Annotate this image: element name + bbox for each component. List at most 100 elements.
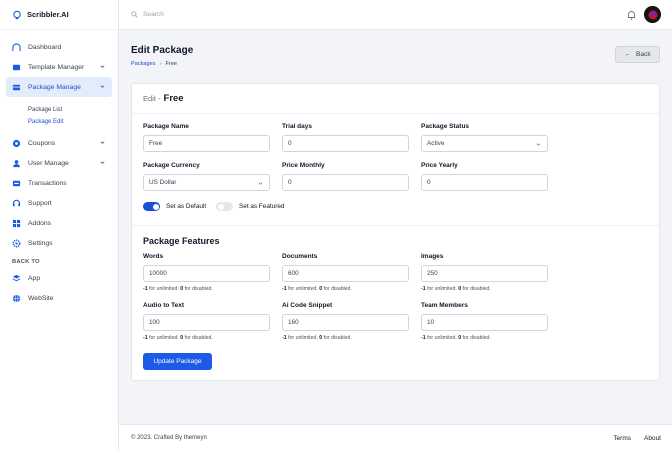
sidebar-item-settings[interactable]: Settings (6, 233, 112, 253)
user-icon (13, 159, 20, 167)
field-hint: -1 for unlimited. 0 for disabled. (282, 286, 352, 292)
audio-to-text-input[interactable]: 100 (143, 314, 270, 331)
sidebar-item-support[interactable]: Support (6, 193, 112, 213)
topbar: Search (119, 0, 672, 30)
sidebar-item-label: Support (28, 199, 52, 207)
set-featured-label: Set as Featured (239, 203, 285, 210)
brand[interactable]: Scribbler.AI (0, 0, 118, 30)
sidebar-item-label: Template Manager (28, 63, 85, 71)
images-label: Images (421, 253, 444, 260)
ai-code-snippet-field: Ai Code Snippet 160 -1 for unlimited. 0 … (282, 302, 409, 341)
breadcrumb-current: Free (165, 61, 177, 67)
back-button[interactable]: ← Back (615, 46, 660, 63)
price-yearly-field: Price Yearly 0 (421, 162, 548, 191)
price-yearly-label: Price Yearly (421, 162, 458, 169)
footer-about-link[interactable]: About (644, 435, 661, 442)
card-header: Edit - Free (132, 84, 659, 114)
package-name-input[interactable]: Free (143, 135, 270, 152)
documents-label: Documents (282, 253, 318, 260)
field-hint: -1 for unlimited. 0 for disabled. (143, 286, 213, 292)
chevron-down-icon (100, 85, 105, 88)
dashboard-icon (12, 42, 21, 51)
team-members-input[interactable]: 10 (421, 314, 548, 331)
sidebar-item-addons[interactable]: Addons (6, 213, 112, 233)
ai-code-snippet-input[interactable]: 160 (282, 314, 409, 331)
sidebar-item-label: WebSite (28, 294, 54, 302)
words-input[interactable]: 10000 (143, 265, 270, 282)
audio-to-text-label: Audio to Text (143, 302, 185, 309)
bell-icon[interactable] (627, 10, 636, 20)
brand-name: Scribbler.AI (27, 10, 69, 19)
sidebar-item-label: App (28, 274, 41, 282)
price-monthly-input[interactable]: 0 (282, 174, 409, 191)
logo-icon (13, 10, 21, 19)
chevron-down-icon (100, 65, 105, 68)
support-icon (12, 199, 21, 206)
package-status-select[interactable]: Active (421, 135, 548, 152)
sidebar-item-website[interactable]: WebSite (6, 288, 112, 308)
set-default-toggle[interactable]: Set as Default (143, 202, 206, 211)
sidebar-item-transactions[interactable]: Transactions (6, 173, 112, 193)
coupon-icon (12, 139, 21, 147)
price-monthly-field: Price Monthly 0 (282, 162, 409, 191)
sidebar-item-label: Settings (28, 239, 53, 247)
images-field: Images 250 -1 for unlimited. 0 for disab… (421, 253, 548, 292)
page-title: Edit Package (131, 45, 194, 56)
settings-icon (12, 239, 21, 247)
package-currency-field: Package Currency US Dollar (143, 162, 270, 191)
footer-terms-link[interactable]: Terms (613, 435, 631, 442)
package-name-label: Package Name (143, 123, 189, 130)
field-hint: -1 for unlimited. 0 for disabled. (282, 335, 352, 341)
chevron-down-icon (100, 141, 105, 144)
sidebar-item-label: Coupons (28, 139, 56, 147)
avatar-image (644, 6, 661, 23)
package-status-value: Active (427, 140, 445, 147)
divider (132, 225, 659, 226)
field-hint: -1 for unlimited. 0 for disabled. (143, 335, 213, 341)
sidebar-item-coupons[interactable]: Coupons (6, 133, 112, 153)
package-name-field: Package Name Free (143, 123, 270, 152)
trial-days-label: Trial days (282, 123, 312, 130)
chevron-down-icon (100, 161, 105, 164)
search-icon (131, 11, 138, 18)
card-title-prefix: Edit - (143, 94, 161, 103)
app-icon (12, 274, 21, 281)
chevron-down-icon (258, 182, 263, 185)
page-header: Edit Package Packages › Free (131, 45, 193, 67)
search-placeholder: Search (143, 11, 164, 18)
set-featured-toggle[interactable]: Set as Featured (216, 202, 284, 211)
package-currency-value: US Dollar (149, 179, 177, 186)
toggle-switch-off[interactable] (216, 202, 233, 211)
sidebar-item-package-manage[interactable]: Package Manage (6, 77, 112, 97)
sidebar-item-app[interactable]: App (6, 268, 112, 288)
package-currency-select[interactable]: US Dollar (143, 174, 270, 191)
sidebar: Scribbler.AI Dashboard Template Manager … (0, 0, 119, 451)
sidebar-item-label: Transactions (28, 179, 67, 187)
sidebar-subitem-package-edit[interactable]: Package Edit (0, 116, 118, 128)
toggle-switch-on[interactable] (143, 202, 160, 211)
words-field: Words 10000 -1 for unlimited. 0 for disa… (143, 253, 270, 292)
search-input[interactable]: Search (131, 11, 164, 18)
arrow-left-icon: ← (624, 51, 631, 58)
price-monthly-label: Price Monthly (282, 162, 325, 169)
documents-input[interactable]: 600 (282, 265, 409, 282)
sidebar-item-user-manage[interactable]: User Manage (6, 153, 112, 173)
field-hint: -1 for unlimited. 0 for disabled. (421, 335, 491, 341)
images-input[interactable]: 250 (421, 265, 548, 282)
ai-code-snippet-label: Ai Code Snippet (282, 302, 333, 309)
features-title: Package Features (143, 236, 220, 246)
sidebar-item-template-manager[interactable]: Template Manager (6, 57, 112, 77)
field-hint: -1 for unlimited. 0 for disabled. (421, 286, 491, 292)
sidebar-subitem-package-list[interactable]: Package List (0, 104, 118, 116)
card-title-name: Free (163, 93, 184, 104)
price-yearly-input[interactable]: 0 (421, 174, 548, 191)
breadcrumb-separator: › (159, 61, 162, 67)
transactions-icon (12, 180, 21, 186)
set-default-label: Set as Default (166, 203, 207, 210)
breadcrumb-packages[interactable]: Packages (131, 61, 156, 67)
update-package-button[interactable]: Update Package (143, 353, 212, 370)
addons-icon (12, 219, 21, 227)
trial-days-input[interactable]: 0 (282, 135, 409, 152)
avatar[interactable] (644, 6, 661, 23)
sidebar-item-dashboard[interactable]: Dashboard (6, 37, 112, 57)
